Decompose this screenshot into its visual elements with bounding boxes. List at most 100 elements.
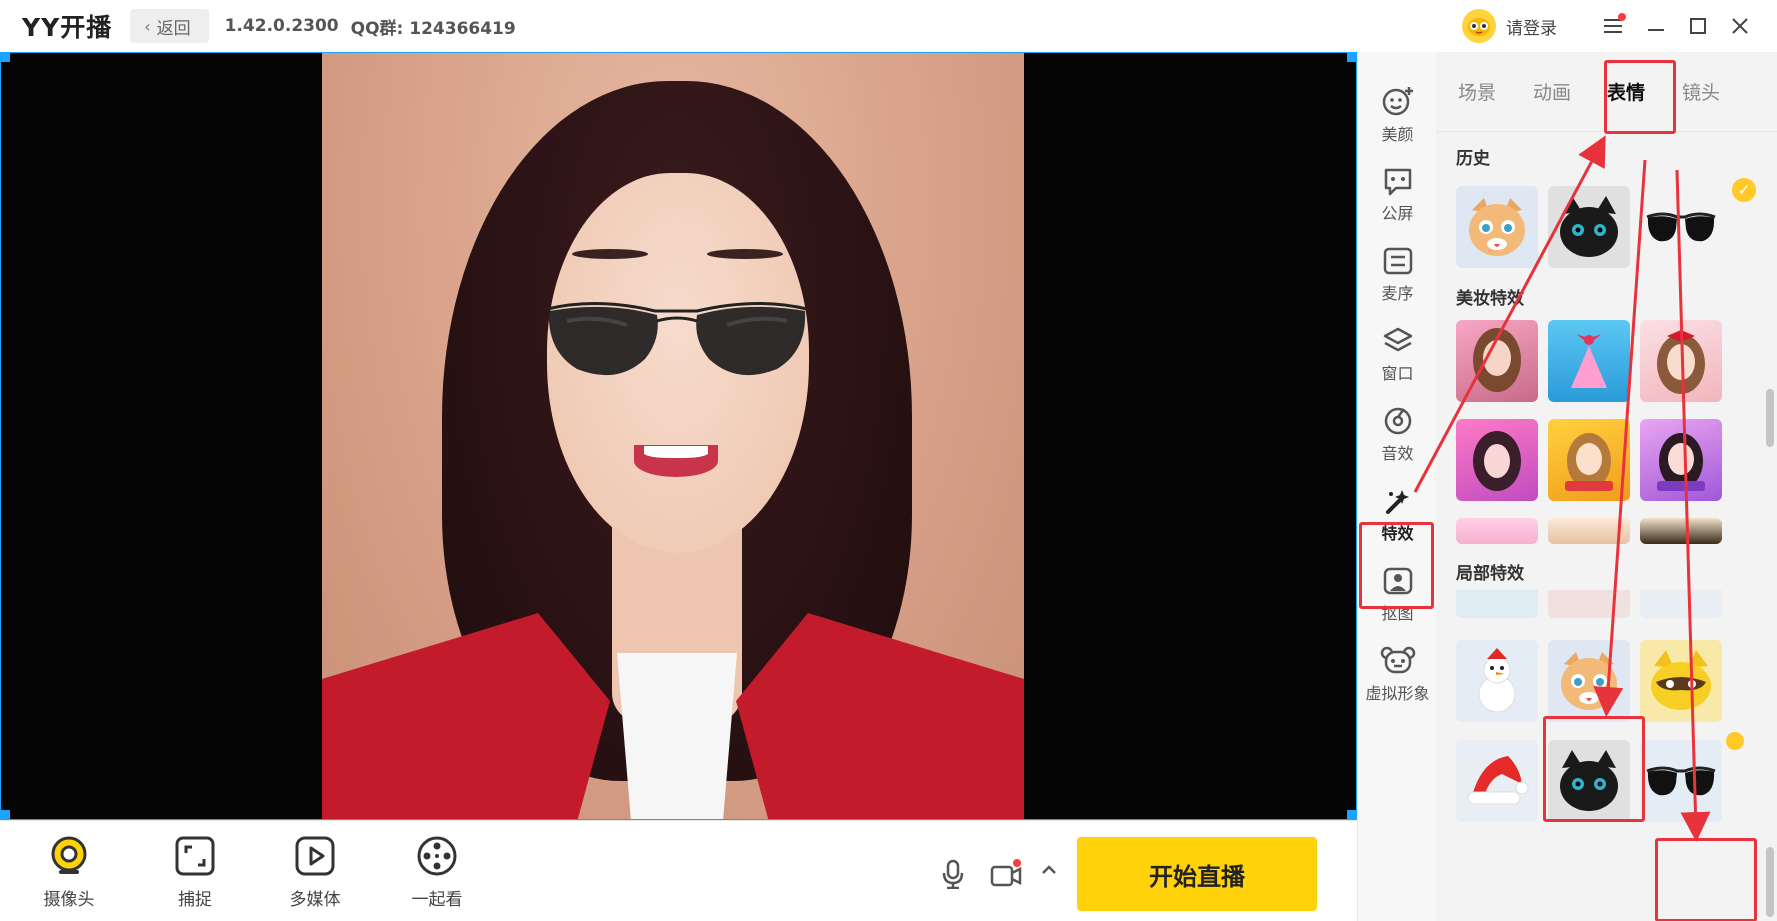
media-tool[interactable]: 多媒体 bbox=[275, 835, 355, 910]
beauty-face-icon bbox=[1382, 87, 1413, 116]
effect-local-2[interactable] bbox=[1548, 590, 1630, 618]
minimize-button[interactable] bbox=[1637, 7, 1675, 45]
effect-cat-face[interactable] bbox=[1456, 186, 1538, 268]
expand-controls-button[interactable] bbox=[1040, 861, 1058, 883]
sidebar-item-chat[interactable]: 公屏 bbox=[1358, 154, 1437, 236]
login-link[interactable]: 请登录 bbox=[1506, 14, 1557, 39]
effect-local-1[interactable] bbox=[1456, 590, 1538, 618]
camera-feed-image bbox=[322, 53, 1024, 819]
tool-label: 摄像头 bbox=[43, 890, 95, 910]
makeup-portrait-icon bbox=[1473, 431, 1521, 491]
back-label: 返回 bbox=[156, 18, 191, 39]
section-history-title: 历史 bbox=[1456, 149, 1490, 169]
title-bar: YY开播 ‹ 返回 1.42.0.2300 QQ群: 124366419 请登录 bbox=[0, 0, 1777, 52]
app-logo: YY开播 bbox=[22, 13, 113, 42]
tool-label: 一起看 bbox=[411, 890, 463, 910]
santa-hat-icon bbox=[1467, 756, 1529, 805]
black-cat-icon bbox=[1560, 750, 1618, 811]
video-camera-icon bbox=[990, 859, 1022, 887]
sidebar-item-queue[interactable]: 麦序 bbox=[1358, 234, 1437, 316]
effect-makeup-9[interactable] bbox=[1640, 518, 1722, 544]
back-button[interactable]: ‹ 返回 bbox=[130, 9, 209, 43]
sunglasses-icon bbox=[1646, 212, 1716, 242]
tab-lens[interactable]: 镜头 bbox=[1682, 78, 1720, 105]
section-local-title: 局部特效 bbox=[1456, 564, 1524, 584]
panel-scrollbar-thumb[interactable] bbox=[1766, 389, 1774, 447]
selected-check-icon bbox=[1726, 732, 1744, 750]
sunglasses-sticker bbox=[546, 301, 808, 376]
effect-makeup-5[interactable] bbox=[1548, 419, 1630, 501]
sidebar-item-label: 抠图 bbox=[1381, 604, 1414, 623]
microphone-icon bbox=[942, 859, 964, 890]
magic-wand-icon bbox=[1385, 490, 1409, 514]
effect-local-3[interactable] bbox=[1640, 590, 1722, 618]
video-camera-button[interactable] bbox=[990, 859, 1022, 893]
panel-scrollbar-thumb[interactable] bbox=[1766, 847, 1774, 917]
eyebrow bbox=[572, 249, 648, 259]
makeup-portrait-icon bbox=[1473, 328, 1521, 392]
media-play-icon bbox=[295, 836, 335, 876]
effect-makeup-6[interactable] bbox=[1640, 419, 1722, 501]
maximize-icon bbox=[1690, 18, 1706, 34]
cat-face-icon bbox=[1469, 198, 1525, 256]
chevron-up-icon bbox=[1042, 865, 1056, 874]
effect-tabs: 场景 动画 表情 镜头 bbox=[1436, 52, 1777, 132]
tab-animation[interactable]: 动画 bbox=[1533, 78, 1571, 105]
qq-group: QQ群: 124366419 bbox=[350, 18, 516, 39]
capture-tool[interactable]: 捕捉 bbox=[155, 835, 235, 910]
list-icon bbox=[1383, 247, 1412, 275]
sidebar-item-label: 音效 bbox=[1381, 444, 1414, 463]
menu-button[interactable] bbox=[1595, 7, 1633, 45]
effect-makeup-7[interactable] bbox=[1456, 518, 1538, 544]
tab-expression[interactable]: 表情 bbox=[1607, 78, 1645, 105]
sidebar-item-window[interactable]: 窗口 bbox=[1358, 314, 1437, 396]
sidebar-item-cutout[interactable]: 抠图 bbox=[1358, 554, 1437, 636]
effect-makeup-2[interactable] bbox=[1548, 320, 1630, 402]
effect-black-cat[interactable] bbox=[1548, 186, 1630, 268]
effect-makeup-4[interactable] bbox=[1456, 419, 1538, 501]
microphone-button[interactable] bbox=[940, 859, 966, 893]
effect-makeup-8[interactable] bbox=[1548, 518, 1630, 544]
effect-sunglasses-2[interactable] bbox=[1640, 740, 1722, 822]
resize-handle[interactable] bbox=[1347, 810, 1357, 820]
makeup-portrait-icon bbox=[1657, 330, 1705, 394]
effect-cat-face-2[interactable] bbox=[1548, 640, 1630, 722]
resize-handle[interactable] bbox=[1347, 52, 1357, 62]
resize-handle[interactable] bbox=[0, 52, 10, 62]
effect-makeup-1[interactable] bbox=[1456, 320, 1538, 402]
close-button[interactable] bbox=[1721, 7, 1759, 45]
sound-effect-icon bbox=[1384, 407, 1411, 435]
effect-sunglasses[interactable] bbox=[1640, 186, 1722, 268]
sidebar-item-sound[interactable]: 音效 bbox=[1358, 394, 1437, 476]
sidebar-item-label: 特效 bbox=[1381, 524, 1414, 543]
sidebar-item-beauty[interactable]: 美颜 bbox=[1358, 74, 1437, 156]
tool-label: 多媒体 bbox=[289, 890, 341, 910]
camera-icon bbox=[51, 836, 87, 874]
watch-together-tool[interactable]: 一起看 bbox=[397, 835, 477, 910]
sidebar-item-avatar[interactable]: 虚拟形象 bbox=[1358, 634, 1437, 716]
tab-scene[interactable]: 场景 bbox=[1458, 78, 1496, 105]
effect-raccoon[interactable] bbox=[1640, 640, 1722, 722]
avatar-bear-icon bbox=[1380, 646, 1415, 674]
effect-santa-hat[interactable] bbox=[1456, 740, 1538, 822]
effect-snowman[interactable] bbox=[1456, 640, 1538, 722]
notification-dot bbox=[1618, 13, 1626, 21]
sunglasses-icon bbox=[1646, 766, 1716, 796]
sidebar-item-label: 公屏 bbox=[1381, 204, 1414, 223]
effect-black-cat-2[interactable] bbox=[1548, 740, 1630, 822]
user-avatar[interactable] bbox=[1462, 9, 1496, 43]
sidebar-item-label: 虚拟形象 bbox=[1365, 684, 1430, 703]
camera-tool[interactable]: 摄像头 bbox=[29, 835, 109, 910]
video-preview[interactable] bbox=[0, 52, 1357, 820]
sidebar-item-effects[interactable]: 特效 bbox=[1358, 474, 1437, 556]
start-live-button[interactable]: 开始直播 bbox=[1077, 837, 1317, 911]
minimize-icon bbox=[1648, 29, 1664, 31]
makeup-portrait-icon bbox=[1565, 433, 1613, 491]
maximize-button[interactable] bbox=[1679, 7, 1717, 45]
effect-makeup-3[interactable] bbox=[1640, 320, 1722, 402]
portrait-cutout-icon bbox=[1383, 567, 1412, 595]
app-version: 1.42.0.2300 bbox=[224, 16, 339, 36]
resize-handle[interactable] bbox=[0, 810, 10, 820]
chat-bubble-icon bbox=[1384, 168, 1411, 196]
panel-scrollbar[interactable] bbox=[1767, 132, 1775, 921]
